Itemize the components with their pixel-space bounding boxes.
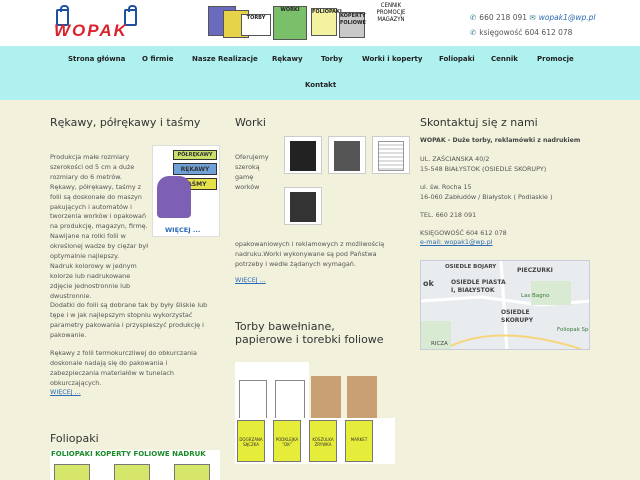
- address-line: ul. św. Rocha 15: [420, 182, 472, 191]
- banner-label-worki: WORKI: [273, 6, 307, 40]
- worek-gray-image[interactable]: [328, 136, 366, 174]
- map-label: PIECZURKI: [517, 267, 553, 274]
- paragraph: Rękawy, półrękawy, taśmy z folii są dosk…: [50, 182, 149, 261]
- section-title: Rękawy, półrękawy i taśmy: [50, 116, 201, 129]
- banner-label-torby: TORBY: [241, 14, 271, 36]
- map-label: OSIEDLE SKORUPY: [501, 309, 534, 324]
- foliopaki-banner-text: FOLIOPAKI KOPERTY FOLIOWE NADRUK: [51, 450, 206, 458]
- torebki-foliowe-image[interactable]: DOGRZANA ŚĄCZKA PODKLEJKA "DK" KOSZULKA …: [235, 418, 395, 464]
- map-label: Las Bagno: [521, 293, 550, 299]
- section-title: Worki: [235, 116, 266, 129]
- phone-icon: ✆: [470, 28, 477, 37]
- header-phone[interactable]: 660 218 091: [479, 13, 527, 22]
- bag-label: KOSZULKA ZRYWKA: [309, 420, 337, 462]
- nav-worki-koperty[interactable]: Worki i koperty: [362, 55, 422, 63]
- foliopak-sample: [174, 464, 210, 480]
- image-tag: RĘKAWY: [173, 163, 217, 175]
- bag-shape: [378, 141, 404, 171]
- section-text-3: Rękawy z folii termokurczliwej do obkurc…: [50, 349, 218, 389]
- section-title: Skontaktuj się z nami: [420, 116, 538, 129]
- section-title-torby: Torby bawełniane, papierowe i torebki fo…: [235, 320, 384, 346]
- bag-label: PODKLEJKA "DK": [273, 420, 301, 462]
- logo-text: WOPAK: [54, 21, 128, 40]
- nav-promocje[interactable]: Promocje: [537, 55, 574, 63]
- section-text-2: Dodatki do folii są dobrane tak by były …: [50, 301, 218, 341]
- address-line: UL. ZAŚCIANSKA 40/2: [420, 155, 490, 163]
- phone-icon: ✆: [470, 13, 477, 22]
- header-accounting: księgowość 604 612 078: [479, 28, 573, 37]
- banner-cennik-text: CENNIK PROMOCJE MAGAZYN: [376, 2, 406, 23]
- image-tag: PÓŁRĘKAWY: [173, 150, 217, 160]
- more-link-worki[interactable]: WIĘCEJ ...: [235, 276, 266, 284]
- map-label: ok: [423, 279, 434, 288]
- banner-label-foliopaki: FOLIOPAKI: [311, 8, 342, 36]
- bag-shape: [311, 376, 341, 420]
- mail-icon: ✉: [529, 13, 536, 22]
- worek-roll-image[interactable]: [284, 187, 322, 225]
- rekawy-image[interactable]: PÓŁRĘKAWY RĘKAWY TAŚMY WIĘCEJ ...: [152, 145, 220, 237]
- nav-o-firmie[interactable]: O firmie: [142, 55, 173, 63]
- site-header: WOPAK TORBY WORKI FOLIOPAKI KOPERTY FOLI…: [0, 0, 640, 46]
- image-more-label: WIĘCEJ ...: [165, 226, 201, 234]
- paragraph: Rękawy z folii termokurczliwej do obkurc…: [50, 349, 197, 387]
- nav-strona-glowna[interactable]: Strona główna: [68, 55, 125, 63]
- map-roads: [421, 261, 589, 349]
- foliopak-sample: [54, 464, 90, 480]
- nav-nasze-realizacje[interactable]: Nasze Realizacje: [192, 55, 258, 63]
- address-line: 16-060 Zabłudów / Białystok ( Podlaskie …: [420, 192, 553, 201]
- company-name: WOPAK - Duże torby, reklamówki z nadruki…: [420, 137, 581, 144]
- contact-accounting: KSIĘGOWOŚĆ 604 612 078: [420, 228, 507, 237]
- bag-shape: [347, 376, 377, 420]
- section-lead: Oferujemy szeroką gamę worków: [235, 153, 269, 191]
- section-title-foliopaki: Foliopaki: [50, 432, 99, 445]
- paragraph: Nadruk kolorowy w jednym kolorze lub nad…: [50, 261, 137, 300]
- map-label: OSIEDLE BOJARY: [445, 264, 497, 270]
- map-label: OSIEDLE PIASTA I, BIAŁYSTOK: [451, 279, 506, 294]
- map-label: Foliopak Sp: [557, 327, 589, 333]
- header-contact: ✆ 660 218 091 ✉ wopak1@wp.pl ✆ księgowość 6…: [470, 10, 596, 40]
- nav-torby[interactable]: Torby: [321, 55, 343, 63]
- worek-black-image[interactable]: [284, 136, 322, 174]
- roll-icon: [157, 176, 191, 218]
- bag-label: DOGRZANA ŚĄCZKA: [237, 420, 265, 462]
- address-line: 15-548 BIAŁYSTOK (OSIEDLE SKORUPY): [420, 164, 547, 173]
- foliopaki-banner[interactable]: FOLIOPAKI KOPERTY FOLIOWE NADRUK: [50, 450, 220, 480]
- header-email[interactable]: wopak1@wp.pl: [539, 13, 596, 22]
- location-map[interactable]: OSIEDLE BOJARY PIECZURKI OSIEDLE PIASTA …: [420, 260, 590, 350]
- paragraph: Dodatki do folii są dobrane tak by były …: [50, 301, 208, 339]
- contact-phone[interactable]: TEL. 660 218 091: [420, 211, 590, 221]
- contact-email[interactable]: e-mail: wopak1@wp.pl: [420, 238, 590, 248]
- nav-cennik[interactable]: Cennik: [491, 55, 518, 63]
- map-label: RICZA: [431, 341, 448, 347]
- foliopak-sample: [114, 464, 150, 480]
- bag-shape: [290, 192, 316, 222]
- main-nav: Strona główna O firmie Nasze Realizacje …: [0, 46, 640, 100]
- wopak-logo[interactable]: WOPAK: [52, 5, 144, 40]
- bag-shape: [239, 380, 267, 422]
- more-link-rekawy[interactable]: WIĘCEJ ...: [50, 388, 81, 396]
- bag-shape: [275, 380, 305, 422]
- nav-foliopaki[interactable]: Foliopaki: [439, 55, 475, 63]
- section-text: Produkcja małe rozmiary szerokości od 5 …: [50, 153, 150, 302]
- worek-perforated-image[interactable]: [372, 136, 410, 174]
- address-block: UL. ZAŚCIANSKA 40/2 15-548 BIAŁYSTOK (OS…: [420, 155, 590, 248]
- paragraph: Produkcja małe rozmiary szerokości od 5 …: [50, 153, 135, 181]
- bag-label: MARKET: [345, 420, 373, 462]
- section-text: opakowaniowych i reklamowych z możliwośc…: [235, 240, 385, 268]
- bag-shape: [334, 141, 360, 171]
- banner-label-koperty: KOPERTY FOLIOWE: [339, 12, 366, 38]
- nav-kontakt[interactable]: Kontakt: [305, 81, 336, 89]
- nav-rekawy[interactable]: Rękawy: [272, 55, 303, 63]
- bag-shape: [290, 141, 316, 171]
- header-banner[interactable]: TORBY WORKI FOLIOPAKI KOPERTY FOLIOWE CE…: [205, 2, 415, 44]
